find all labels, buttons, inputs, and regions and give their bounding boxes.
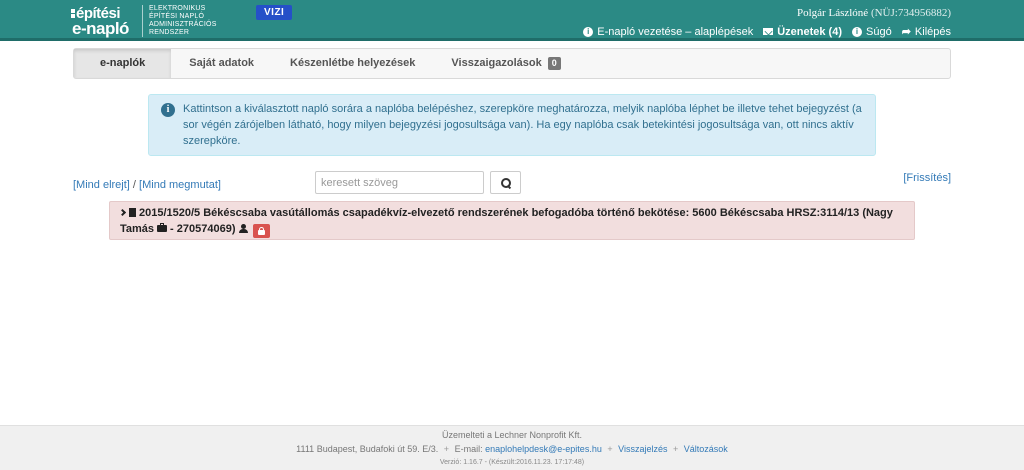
tab-label: e-naplók xyxy=(100,57,146,69)
footer-email-link[interactable]: enaplohelpdesk@e-epites.hu xyxy=(485,444,602,454)
search-icon xyxy=(500,177,511,188)
footer-email-label: E-mail: xyxy=(454,444,483,454)
diary-suffix: - 270574069) xyxy=(170,223,236,235)
footer-separator: + xyxy=(607,444,613,454)
info-icon: i xyxy=(161,103,175,117)
footer-contact: 1111 Budapest, Budafoki út 59. E/3. + E-… xyxy=(0,442,1024,456)
help-link[interactable]: i Súgó xyxy=(852,25,892,38)
app-logo[interactable]: építési e-napló ELEKTRONIKUS ÉPÍTÉSI NAP… xyxy=(71,4,222,38)
logout-arrow-icon: ➦ xyxy=(901,26,911,38)
chevron-right-icon[interactable] xyxy=(118,208,127,217)
help-label: Súgó xyxy=(866,25,892,38)
logout-label: Kilépés xyxy=(914,25,951,38)
logo-line2: e-napló xyxy=(72,19,129,38)
logo-sub-line: ÉPÍTÉSI NAPLÓ xyxy=(149,13,205,20)
logo-sub-line: ELEKTRONIKUS xyxy=(149,5,206,12)
info-icon: i xyxy=(583,26,594,37)
envelope-icon xyxy=(763,28,774,35)
tab-keszenletbe-helyezesek[interactable]: Készenlétbe helyezések xyxy=(272,49,433,78)
hide-all-link[interactable]: [Mind elrejt] xyxy=(73,179,130,191)
tab-label: Készenlétbe helyezések xyxy=(290,57,416,69)
briefcase-icon xyxy=(157,223,168,232)
info-alert: i Kattintson a kiválasztott napló sorára… xyxy=(148,94,876,156)
lock-icon xyxy=(257,227,265,235)
page-footer: Üzemelteti a Lechner Nonprofit Kft. 1111… xyxy=(0,425,1024,470)
separator: / xyxy=(132,179,136,191)
footer-operator: Üzemelteti a Lechner Nonprofit Kft. xyxy=(441,430,583,440)
logo-subtitle: ELEKTRONIKUS ÉPÍTÉSI NAPLÓ ADMINISZTRÁCI… xyxy=(142,5,222,37)
expand-collapse-controls: [Mind elrejt] / [Mind megmutat] xyxy=(73,179,221,191)
messages-label: Üzenetek (4) xyxy=(777,25,842,38)
book-icon xyxy=(129,208,136,217)
help-basics-link[interactable]: i E-napló vezetése – alaplépések xyxy=(583,25,753,38)
tab-label: Visszaigazolások xyxy=(451,57,542,69)
tab-visszaigazolasok[interactable]: Visszaigazolások 0 xyxy=(433,49,578,78)
logo-sub-line: ADMINISZTRÁCIÓS xyxy=(149,21,217,28)
show-all-link[interactable]: [Mind megmutat] xyxy=(139,179,221,191)
top-header: építési e-napló ELEKTRONIKUS ÉPÍTÉSI NAP… xyxy=(0,0,1024,41)
search-input[interactable] xyxy=(315,171,484,194)
refresh-link[interactable]: [Frissítés] xyxy=(903,172,951,184)
count-badge: 0 xyxy=(547,57,561,70)
tab-e-naplok[interactable]: e-naplók xyxy=(74,49,172,78)
logo-sub-line: RENDSZER xyxy=(149,29,190,36)
footer-separator: + xyxy=(443,444,450,454)
current-user: Polgár Lászlóné (NÜJ:734956882) xyxy=(797,7,951,19)
lock-badge xyxy=(252,224,270,238)
footer-version: Verzió: 1.16.7 - (Készült:2016.11.23. 17… xyxy=(439,459,585,466)
help-basics-label: E-napló vezetése – alaplépések xyxy=(597,25,754,38)
logo-mark: építési e-napló xyxy=(71,4,138,38)
info-icon: i xyxy=(852,26,862,37)
diary-list-item[interactable]: 2015/1520/5 Békéscsaba vasútállomás csap… xyxy=(109,201,915,240)
main-tabs: e-naplók Saját adatok Készenlétbe helyez… xyxy=(73,48,951,79)
logo-square-icon xyxy=(71,9,75,13)
search-button[interactable] xyxy=(490,171,521,194)
footer-separator: + xyxy=(673,444,679,454)
header-links: i E-napló vezetése – alaplépések Üzenete… xyxy=(583,25,951,38)
user-name: Polgár Lászlóné xyxy=(797,7,869,19)
tab-label: Saját adatok xyxy=(189,57,255,69)
messages-link[interactable]: Üzenetek (4) xyxy=(763,25,842,38)
feedback-link[interactable]: Visszajelzés xyxy=(618,444,667,454)
tab-sajat-adatok[interactable]: Saját adatok xyxy=(171,49,272,78)
user-icon xyxy=(238,224,248,233)
info-text: Kattintson a kiválasztott napló sorára a… xyxy=(183,103,862,147)
logout-link[interactable]: ➦ Kilépés xyxy=(901,25,951,39)
changes-link[interactable]: Változások xyxy=(684,444,728,454)
footer-address: 1111 Budapest, Budafoki út 59. E/3. xyxy=(296,444,439,454)
user-id: (NÜJ:734956882) xyxy=(870,7,951,19)
environment-badge: VIZI xyxy=(256,5,293,20)
